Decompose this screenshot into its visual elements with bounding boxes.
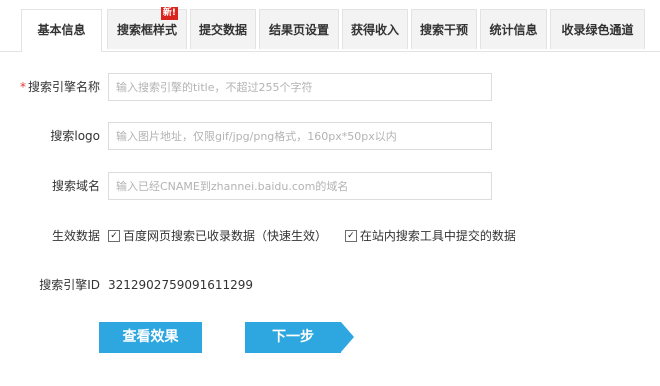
tab-statistics[interactable]: 统计信息 [480, 9, 547, 49]
tab-submit-data[interactable]: 提交数据 [190, 9, 256, 49]
engine-id-label: 搜索引擎ID [39, 278, 100, 292]
engine-name-label: * 搜索引擎名称 [19, 80, 100, 94]
tab-results-settings[interactable]: 结果页设置 [259, 9, 339, 49]
tab-search-box-style[interactable]: 搜索框样式 新! [107, 7, 187, 49]
checkbox-label: 在站内搜索工具中提交的数据 [359, 229, 516, 243]
preview-button-label: 查看效果 [122, 329, 179, 345]
search-logo-input[interactable] [108, 122, 492, 150]
tab-label: 收录绿色通道 [561, 23, 634, 37]
tab-label: 获得收入 [350, 23, 399, 37]
checkbox-label: 百度网页搜索已收录数据（快速生效） [123, 229, 328, 243]
tab-label: 搜索干预 [419, 23, 468, 37]
tab-bar: 基本信息 搜索框样式 新! 提交数据 结果页设置 获得收入 搜索干预 统计信息 … [0, 0, 660, 52]
tab-basic-info[interactable]: 基本信息 [21, 9, 102, 52]
next-step-button-label: 下一步 [272, 329, 314, 345]
tab-label: 基本信息 [37, 23, 86, 37]
engine-id-value: 3212902759091611299 [108, 278, 254, 292]
new-badge: 新! [160, 7, 178, 20]
checkbox-checked-icon[interactable]: ✓ [108, 229, 120, 242]
search-domain-label: 搜索域名 [51, 179, 100, 193]
row-effective-data: 生效数据 ✓ 百度网页搜索已收录数据（快速生效） ✓ 在站内搜索工具中提交的数据 [0, 222, 660, 250]
effective-data-label: 生效数据 [51, 229, 100, 243]
preview-button[interactable]: 查看效果 [99, 322, 202, 353]
search-logo-label: 搜索logo [50, 129, 100, 143]
search-domain-input[interactable] [108, 172, 492, 200]
submitted-data-checkbox[interactable]: ✓ 在站内搜索工具中提交的数据 [344, 222, 516, 250]
tab-label: 结果页设置 [268, 23, 329, 37]
row-search-domain: 搜索域名 [0, 172, 660, 200]
tab-earn-revenue[interactable]: 获得收入 [342, 9, 408, 49]
tab-green-channel[interactable]: 收录绿色通道 [550, 9, 645, 49]
tab-label: 统计信息 [489, 23, 538, 37]
tab-label: 提交数据 [198, 23, 247, 37]
next-step-button[interactable]: 下一步 [245, 322, 354, 353]
required-mark: * [19, 80, 26, 94]
checkbox-checked-icon[interactable]: ✓ [344, 229, 357, 242]
arrow-right-icon [341, 322, 354, 352]
tab-search-intervention[interactable]: 搜索干预 [411, 9, 477, 49]
engine-name-input[interactable] [108, 73, 492, 101]
indexed-data-checkbox[interactable]: ✓ 百度网页搜索已收录数据（快速生效） [108, 222, 327, 250]
tab-label: 搜索框样式 [116, 23, 177, 37]
row-engine-id: 搜索引擎ID 3212902759091611299 [0, 271, 660, 299]
effective-data-options: ✓ 百度网页搜索已收录数据（快速生效） ✓ 在站内搜索工具中提交的数据 [108, 222, 516, 250]
row-search-logo: 搜索logo [0, 122, 660, 150]
row-engine-name: * 搜索引擎名称 [0, 73, 660, 101]
